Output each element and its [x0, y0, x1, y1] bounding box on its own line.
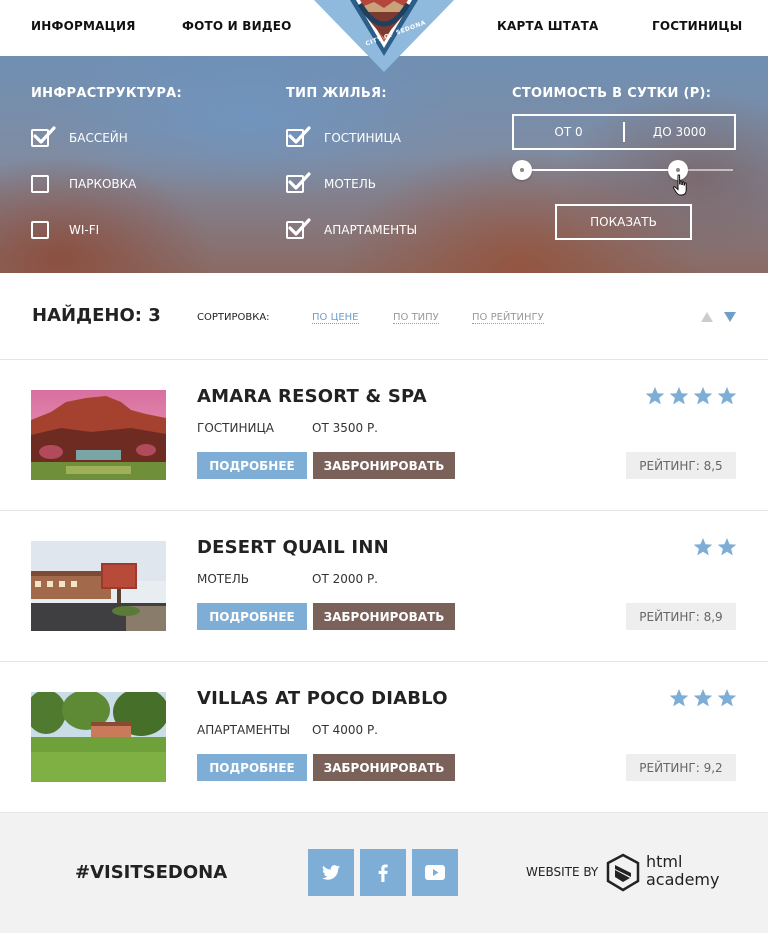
star-icon [693, 688, 713, 708]
book-button[interactable]: Забронировать [313, 452, 455, 479]
housing-type-label: Мотель [324, 177, 376, 191]
housing-type-checkbox[interactable]: Апартаменты [286, 218, 417, 242]
hotel-price: от 3500 р. [312, 421, 378, 435]
price-range-box: от 0 до 3000 [512, 114, 736, 150]
details-button[interactable]: Подробнее [197, 452, 307, 479]
hotel-photo[interactable] [31, 541, 166, 631]
star-icon [645, 386, 665, 406]
checkbox-empty-icon[interactable] [31, 175, 49, 193]
results-count: Найдено: 3 [32, 305, 161, 326]
price-title: Стоимость в сутки (Р): [512, 86, 712, 101]
hotel-name[interactable]: Desert Quail Inn [197, 537, 389, 558]
price-from-field[interactable]: от 0 [514, 125, 623, 139]
facebook-icon [378, 864, 388, 882]
html-academy-icon [606, 853, 640, 892]
star-rating [645, 386, 737, 406]
hotel-card: Villas at Poco Diablo Апартаменты от 400… [0, 662, 768, 813]
sort-label: Сортировка: [197, 312, 270, 323]
youtube-button[interactable] [412, 849, 458, 896]
hotel-card: Desert Quail Inn Мотель от 2000 р. Подро… [0, 511, 768, 662]
housing-type-label: Апартаменты [324, 223, 418, 237]
housing-type-label: Гостиница [324, 131, 401, 145]
book-button[interactable]: Забронировать [313, 603, 455, 630]
rating-badge: Рейтинг: 8,5 [626, 452, 736, 479]
infrastructure-checkbox[interactable]: Бассейн [31, 126, 128, 150]
nav-link-photo-video[interactable]: Фото и видео [182, 19, 292, 33]
star-icon [717, 386, 737, 406]
twitter-button[interactable] [308, 849, 354, 896]
site-footer: #visitsedona Website by html academy [0, 813, 768, 933]
infrastructure-label: Парковка [69, 177, 137, 191]
checkbox-checked-icon[interactable] [286, 218, 311, 239]
star-icon [669, 386, 689, 406]
sort-descending-icon[interactable] [724, 312, 736, 322]
site-logo[interactable]: CITY OF SEDONA [314, 0, 454, 74]
star-icon [717, 537, 737, 557]
housing-type-checkbox[interactable]: Гостиница [286, 126, 401, 150]
details-button[interactable]: Подробнее [197, 754, 307, 781]
hotel-price: от 4000 р. [312, 723, 378, 737]
housing-type-title: Тип жилья: [286, 86, 387, 101]
nav-link-state-map[interactable]: Карта штата [497, 19, 599, 33]
hotel-card: Amara Resort & Spa Гостиница от 3500 р. … [0, 360, 768, 511]
sort-ascending-icon[interactable] [701, 312, 713, 322]
youtube-icon [425, 865, 445, 880]
star-icon [693, 537, 713, 557]
rating-badge: Рейтинг: 8,9 [626, 603, 736, 630]
hashtag[interactable]: #visitsedona [75, 862, 227, 883]
checkbox-checked-icon[interactable] [286, 126, 311, 147]
hotel-price: от 2000 р. [312, 572, 378, 586]
filters-panel: Инфраструктура: Тип жилья: Стоимость в с… [0, 56, 768, 273]
facebook-button[interactable] [360, 849, 406, 896]
checkbox-empty-icon[interactable] [31, 221, 49, 239]
nav-link-hotels[interactable]: Гостиницы [652, 19, 742, 33]
show-button[interactable]: Показать [555, 204, 692, 240]
infrastructure-label: Wi-Fi [69, 223, 100, 237]
hotel-type: Апартаменты [197, 723, 291, 737]
details-button[interactable]: Подробнее [197, 603, 307, 630]
book-button[interactable]: Забронировать [313, 754, 455, 781]
sort-by-price[interactable]: по цене [312, 312, 359, 324]
star-icon [693, 386, 713, 406]
price-to-field[interactable]: до 3000 [625, 125, 734, 139]
hotel-name[interactable]: Villas at Poco Diablo [197, 688, 448, 709]
academy-line-2: academy [646, 870, 720, 889]
twitter-icon [322, 865, 340, 880]
checkbox-checked-icon[interactable] [31, 126, 56, 147]
infrastructure-label: Бассейн [69, 131, 128, 145]
hotel-photo[interactable] [31, 692, 166, 782]
infrastructure-title: Инфраструктура: [31, 86, 183, 101]
nav-link-info[interactable]: Информация [31, 19, 136, 33]
results-bar: Найдено: 3 Сортировка: по цене по типу п… [0, 273, 768, 360]
star-rating [669, 688, 737, 708]
hotel-photo[interactable] [31, 390, 166, 480]
checkbox-checked-icon[interactable] [286, 172, 311, 193]
html-academy-logo[interactable]: html academy [606, 853, 726, 895]
price-slider-track[interactable] [512, 160, 733, 180]
star-icon [669, 688, 689, 708]
infrastructure-checkbox[interactable]: Wi-Fi [31, 218, 99, 242]
housing-type-checkbox[interactable]: Мотель [286, 172, 376, 196]
sort-by-type[interactable]: по типу [393, 312, 439, 324]
price-slider-fill [522, 169, 679, 171]
star-icon [717, 688, 737, 708]
rating-badge: Рейтинг: 9,2 [626, 754, 736, 781]
infrastructure-checkbox[interactable]: Парковка [31, 172, 136, 196]
sort-by-rating[interactable]: по рейтингу [472, 312, 544, 324]
hotel-name[interactable]: Amara Resort & Spa [197, 386, 427, 407]
hand-cursor-icon [672, 174, 687, 196]
hotel-type: Гостиница [197, 421, 274, 435]
academy-line-1: html [646, 852, 683, 871]
website-by-label: Website by [526, 865, 599, 879]
star-rating [693, 537, 737, 557]
price-slider-min-handle[interactable] [512, 160, 532, 180]
hotel-type: Мотель [197, 572, 249, 586]
